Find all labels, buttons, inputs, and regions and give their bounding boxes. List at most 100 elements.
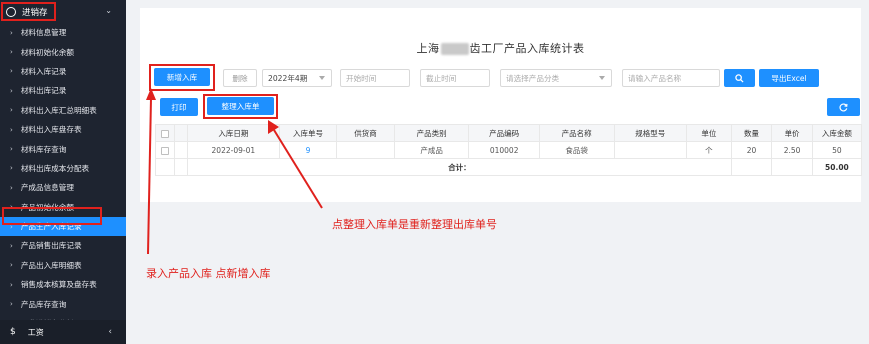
select-all-checkbox[interactable] [161, 129, 170, 138]
sidebar-item-label: 产成品信息管理 [20, 183, 74, 193]
sidebar-menu: › 材料信息管理 › 材料初始化余额 › 材料入库记录 › 材料出库记录 › 材料出入库汇总明细表… [0, 23, 126, 333]
col-header[interactable]: 供货商 [336, 124, 395, 142]
name-placeholder: 请输入产品名称 [628, 73, 682, 83]
cell-unit: 个 [686, 141, 732, 159]
delete-button[interactable]: 删除 [223, 69, 257, 87]
col-header[interactable]: 产品类别 [393, 124, 470, 142]
cell-spec [613, 141, 688, 159]
sidebar-menu-item[interactable]: › 产成品信息管理 [0, 178, 126, 197]
chevron-right-icon: › [10, 125, 13, 134]
title-right: 齿工厂产品入库统计表 [469, 42, 585, 55]
annotation-add-note: 录入产品入库 点新增入库 [146, 267, 271, 280]
sidebar-item-label: 材料出入库盘存表 [20, 125, 82, 135]
table-header-row: 入库日期 入库单号 供货商 产品类别 产品编码 产品名称 规格型号 单位 数量 … [154, 124, 863, 142]
col-header[interactable]: 产品名称 [538, 124, 615, 142]
print-button[interactable]: 打印 [160, 98, 198, 116]
highlight-module [1, 2, 56, 21]
inbound-table: 入库日期 入库单号 供货商 产品类别 产品编码 产品名称 规格型号 单位 数量 … [154, 124, 863, 176]
chevron-right-icon: › [10, 280, 13, 289]
row-checkbox[interactable] [161, 146, 170, 155]
refresh-icon [839, 103, 848, 111]
sidebar-item-label: 销售成本核算及盘存表 [20, 280, 97, 290]
refresh-button[interactable] [827, 98, 860, 116]
sidebar-item-label: 产品销售出库记录 [20, 241, 82, 251]
col-header[interactable]: 入库日期 [186, 124, 280, 142]
index-header [174, 124, 188, 142]
cell-category: 产成品 [393, 141, 470, 159]
page-title: 上海 齿工厂产品入库统计表 [140, 40, 861, 56]
product-name-input[interactable]: 请输入产品名称 [622, 69, 720, 87]
chevron-right-icon: › [10, 261, 13, 270]
table-total-row: 合计： 50.00 [154, 158, 863, 176]
sidebar-bottom-label: 工资 [27, 327, 44, 337]
total-empty-cell [730, 158, 773, 176]
chevron-right-icon: › [10, 28, 13, 37]
col-header[interactable]: 入库单号 [278, 124, 338, 142]
chevron-right-icon: › [10, 183, 13, 192]
col-header[interactable]: 单位 [686, 124, 732, 142]
redacted-text [440, 43, 469, 55]
end-time-input[interactable]: 截止时间 [420, 69, 490, 87]
sidebar-menu-item[interactable]: › 材料库存查询 [0, 139, 126, 158]
sidebar-menu-item[interactable]: › 材料信息管理 [0, 23, 126, 42]
sidebar-item-label: 产品出入库明细表 [20, 260, 82, 270]
sidebar-menu-item[interactable]: › 材料出库成本分配表 [0, 159, 126, 178]
col-header[interactable]: 入库金额 [811, 124, 863, 142]
cell-date: 2022-09-01 [186, 141, 280, 159]
period-value: 2022年4期 [268, 73, 308, 83]
row-index [174, 141, 188, 159]
sidebar-item-salary[interactable]: $ 工资 ‹ [0, 320, 126, 344]
chevron-right-icon: › [10, 145, 13, 154]
chevron-right-icon: › [10, 164, 13, 173]
sidebar-menu-item[interactable]: › 材料出入库盘存表 [0, 120, 126, 139]
chevron-right-icon: › [10, 67, 13, 76]
col-header[interactable]: 单价 [771, 124, 813, 142]
sidebar-item-label: 材料出库记录 [20, 86, 67, 96]
total-empty-cell [771, 158, 813, 176]
sidebar-item-label: 材料出入库汇总明细表 [20, 105, 97, 115]
sidebar-item-label: 产品库存查询 [20, 299, 67, 309]
sidebar-menu-item[interactable]: › 产品库存查询 [0, 294, 126, 313]
sidebar-item-label: 材料入库记录 [20, 66, 67, 76]
sidebar-menu-item[interactable]: › 产品出入库明细表 [0, 256, 126, 275]
category-placeholder: 请选择产品分类 [506, 73, 560, 83]
sidebar-menu-item[interactable]: › 材料出库记录 [0, 81, 126, 100]
annotation-reorg-note: 点整理入库单是重新整理出库单号 [332, 218, 497, 231]
table-row[interactable]: 2022-09-01 9 产成品 010002 食品袋 个 20 2.50 50 [154, 141, 863, 159]
sidebar-menu-item[interactable]: › 材料出入库汇总明细表 [0, 101, 126, 120]
sidebar-menu-item[interactable]: › 材料入库记录 [0, 62, 126, 81]
export-excel-button[interactable]: 导出Excel [759, 69, 819, 87]
search-icon [735, 73, 744, 83]
chevron-right-icon: › [10, 86, 13, 95]
total-amount: 50.00 [811, 158, 863, 176]
chevron-right-icon: › [10, 48, 13, 57]
caret-down-icon [599, 76, 605, 80]
sidebar-menu-item[interactable]: › 销售成本核算及盘存表 [0, 275, 126, 294]
col-header[interactable]: 规格型号 [613, 124, 688, 142]
total-label: 合计： [186, 158, 732, 176]
category-select[interactable]: 请选择产品分类 [500, 69, 612, 87]
title-left: 上海 [416, 42, 440, 55]
cell-qty: 20 [730, 141, 773, 159]
highlight-active-menu [2, 207, 102, 225]
cell-inbound-no-link[interactable]: 9 [278, 141, 338, 159]
sidebar-menu-item[interactable]: › 产品销售出库记录 [0, 236, 126, 255]
period-select[interactable]: 2022年4期 [262, 69, 332, 87]
sidebar: 进销存 ⌄ › 材料信息管理 › 材料初始化余额 › 材料入库记录 › 材料出库记录 › 材料出入… [0, 0, 126, 344]
col-header[interactable]: 产品编码 [468, 124, 540, 142]
chevron-right-icon: › [10, 300, 13, 309]
cell-supplier [336, 141, 395, 159]
start-time-input[interactable]: 开始时间 [340, 69, 410, 87]
total-empty-cell [154, 158, 176, 176]
search-button[interactable] [724, 69, 755, 87]
highlight-add-button [149, 64, 215, 91]
chevron-right-icon: › [10, 106, 13, 115]
row-select-cell[interactable] [154, 141, 176, 159]
sidebar-menu-item[interactable]: › 材料初始化余额 [0, 42, 126, 61]
total-empty-cell [174, 158, 188, 176]
col-header[interactable]: 数量 [730, 124, 773, 142]
chevron-right-icon: › [10, 241, 13, 250]
end-placeholder: 截止时间 [426, 73, 457, 83]
cell-name: 食品袋 [538, 141, 615, 159]
select-all-cell[interactable] [154, 124, 176, 142]
